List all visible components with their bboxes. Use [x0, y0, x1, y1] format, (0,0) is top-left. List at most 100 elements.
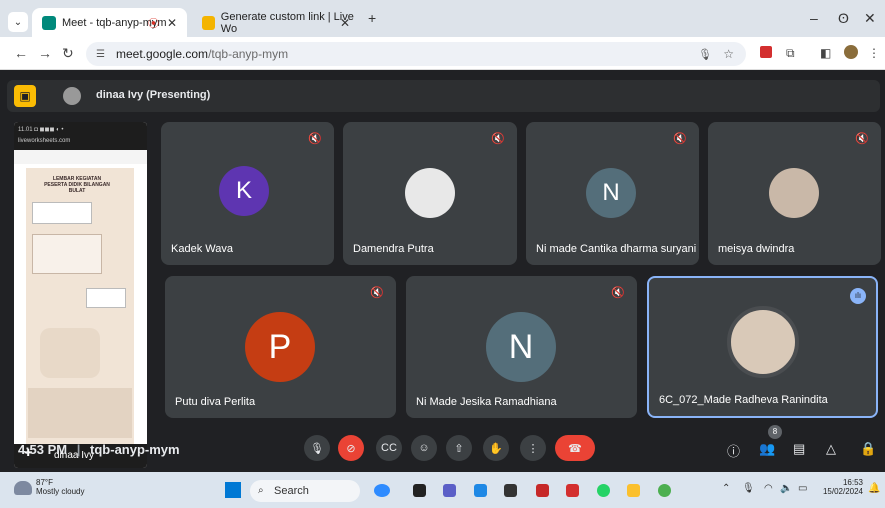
phone-status-bar: 11.01 ◘ ◼◼◼ ◐ • liveworksheets.com	[14, 122, 147, 150]
new-tab-button[interactable]: +	[368, 10, 376, 26]
avatar-initial: N	[508, 327, 534, 366]
participant-tile[interactable]: 🔇 N Ni made Cantika dharma suryani	[526, 122, 699, 265]
info-icon[interactable]: ⓘ	[727, 441, 740, 460]
extension-icon[interactable]	[760, 46, 772, 58]
address-bar-row: ← → ↻ ☰ meet.google.com/tqb-anyp-mym 🎙 ☆…	[0, 37, 885, 70]
side-panel-icon[interactable]: ◧	[820, 46, 831, 60]
avatar: K	[219, 166, 269, 216]
mic-icon[interactable]: 🎙	[698, 48, 712, 61]
participant-name: Putu diva Perlita	[175, 396, 256, 408]
camera-app-icon[interactable]	[504, 484, 517, 497]
taskview-icon[interactable]	[413, 484, 426, 497]
minimize-button[interactable]: –	[810, 10, 818, 26]
avatar-initial: K	[235, 177, 252, 204]
liveworksheets-icon	[202, 15, 215, 30]
shared-screen: 11.01 ◘ ◼◼◼ ◐ • liveworksheets.com LEMBA…	[14, 122, 147, 468]
clock-time: 4:53 PM	[18, 442, 68, 457]
clock-time: 16:53	[842, 478, 863, 487]
worksheet-box	[32, 234, 102, 274]
emoji-button[interactable]: ☺	[411, 435, 437, 461]
system-clock[interactable]: 16:53 15/02/2024	[819, 478, 863, 496]
tab-meet[interactable]: Meet - tqb-anyp-mym ⦿ ✕	[32, 8, 187, 37]
browser-tab-strip: ⌄ Meet - tqb-anyp-mym ⦿ ✕ Generate custo…	[0, 0, 885, 37]
recording-icon: ⦿	[148, 17, 159, 30]
speaking-indicator-icon: ılı	[850, 288, 866, 304]
participant-tile[interactable]: 🔇 meisya dwindra	[708, 122, 881, 265]
avatar	[769, 168, 819, 218]
app-icon[interactable]	[566, 484, 579, 497]
avatar-initial: P	[268, 327, 292, 366]
meet-stage: ▣ dinaa Ivy (Presenting) 11.01 ◘ ◼◼◼ ◐ •…	[0, 70, 885, 472]
forward-icon[interactable]: →	[38, 45, 52, 61]
mic-off-icon: 🔇	[491, 133, 505, 145]
participant-tile[interactable]: 🔇 N Ni Made Jesika Ramadhiana	[406, 276, 637, 418]
people-icon[interactable]: 👥	[759, 441, 775, 457]
camera-off-button[interactable]: ⊘	[338, 435, 364, 461]
mic-off-icon: 🔇	[673, 133, 687, 145]
clock-date: 15/02/2024	[822, 487, 863, 496]
file-explorer-icon[interactable]	[627, 484, 640, 497]
avatar	[405, 168, 455, 218]
participant-tile[interactable]: 🔇 K Kadek Wava	[161, 122, 334, 265]
present-button[interactable]: ⇧	[446, 435, 472, 461]
participant-tile[interactable]: 🔇 P Putu diva Perlita	[165, 276, 396, 418]
volume-icon[interactable]: 🔈	[780, 483, 792, 494]
store-icon[interactable]	[474, 484, 487, 497]
whatsapp-icon[interactable]	[597, 484, 610, 497]
bookmark-star-icon[interactable]: ☆	[723, 47, 734, 61]
url-input[interactable]: ☰ meet.google.com/tqb-anyp-mym 🎙 ☆	[86, 42, 746, 66]
meeting-code: tqb-anyp-mym	[90, 442, 180, 457]
site-info-icon[interactable]: ☰	[96, 49, 110, 60]
mic-tray-icon[interactable]: 🎙	[742, 483, 755, 494]
worksheet-box	[86, 288, 126, 308]
avatar	[727, 306, 799, 378]
worksheet-form	[32, 202, 92, 224]
chat-icon[interactable]: ▤	[793, 441, 805, 457]
reload-icon[interactable]: ↻	[62, 45, 74, 62]
battery-icon[interactable]: ▭	[798, 483, 807, 494]
extensions-puzzle-icon[interactable]: ⧉	[786, 46, 795, 61]
close-window-button[interactable]: ✕	[864, 10, 876, 27]
meeting-controls: 4:53 PM | tqb-anyp-mym 🎙 ⊘ CC ☺ ⇧ ✋ ⋮ ☎ …	[0, 428, 885, 472]
raise-hand-button[interactable]: ✋	[483, 435, 509, 461]
taskbar-search[interactable]: ⌕ Search	[250, 480, 360, 502]
chevron-up-icon[interactable]: ⌃	[722, 483, 730, 494]
tab-liveworksheets[interactable]: Generate custom link | Live Wo ✕	[192, 8, 360, 37]
avatar	[63, 87, 81, 105]
notification-bell-icon[interactable]: 🔔	[868, 483, 880, 494]
browser-menu-icon[interactable]: ⋮	[868, 46, 880, 60]
more-options-button[interactable]: ⋮	[520, 435, 546, 461]
avatar-initial: N	[602, 179, 620, 206]
participant-name: Damendra Putra	[353, 243, 434, 255]
back-icon[interactable]: ←	[14, 45, 28, 61]
wifi-icon[interactable]: ◠	[764, 483, 773, 494]
leave-call-button[interactable]: ☎	[555, 435, 595, 461]
netflix-icon[interactable]	[536, 484, 549, 497]
mic-off-icon: 🔇	[370, 287, 384, 299]
tab-search-button[interactable]: ⌄	[8, 12, 28, 32]
participant-tile[interactable]: 🔇 Damendra Putra	[343, 122, 517, 265]
weather-widget[interactable]: 87°F Mostly cloudy	[14, 478, 84, 496]
chrome-icon[interactable]	[658, 484, 671, 497]
copilot-icon[interactable]	[374, 484, 390, 497]
windows-start-icon[interactable]	[225, 482, 241, 498]
people-count-badge: 8	[768, 425, 782, 439]
meet-icon	[42, 15, 56, 30]
participant-tile-active-speaker[interactable]: ılı 6C_072_Made Radheva Ranindita	[647, 276, 878, 418]
teams-icon[interactable]	[443, 484, 456, 497]
profile-avatar[interactable]	[844, 45, 858, 59]
close-tab-icon[interactable]: ✕	[340, 16, 350, 30]
mic-button[interactable]: 🎙	[304, 435, 330, 461]
maximize-button[interactable]: ʘ	[838, 10, 849, 26]
close-tab-icon[interactable]: ✕	[167, 16, 177, 30]
phone-status-text: 11.01 ◘ ◼◼◼ ◐ •	[18, 127, 64, 133]
participant-name: meisya dwindra	[718, 243, 795, 255]
worksheet-page: LEMBAR KEGIATAN PESERTA DIDIK BILANGAN B…	[26, 168, 134, 468]
cloud-icon	[14, 481, 32, 495]
captions-button[interactable]: CC	[376, 435, 402, 461]
stop-presenting-icon[interactable]: ▣	[14, 85, 36, 107]
weather-temp: 87°F	[36, 478, 53, 487]
mic-off-icon: 🔇	[308, 133, 322, 145]
activities-icon[interactable]: △	[826, 441, 836, 457]
host-controls-icon[interactable]: 🔒	[860, 441, 876, 457]
